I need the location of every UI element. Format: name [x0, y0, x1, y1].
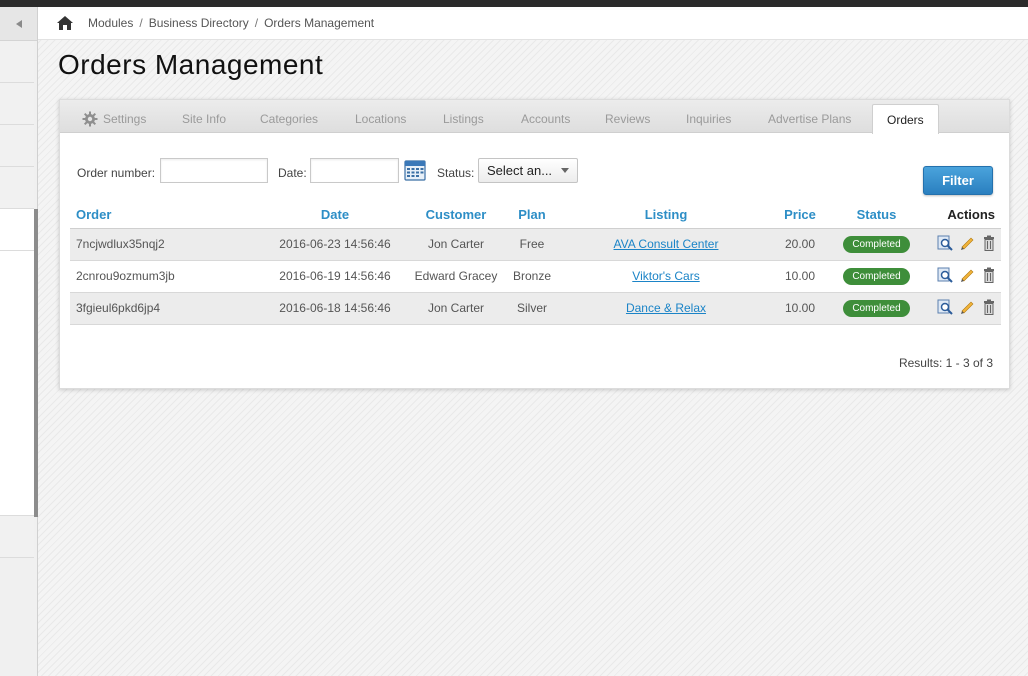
tab-settings[interactable]: Settings [82, 111, 147, 127]
tab-site-info[interactable]: Site Info [182, 112, 226, 126]
collapse-arrow-icon [15, 19, 22, 28]
calendar-icon[interactable] [404, 159, 426, 181]
status-cell: Completed [830, 292, 923, 325]
edit-icon[interactable] [959, 299, 975, 315]
sidebar-submenu [0, 251, 34, 516]
customer-cell: Jon Carter [410, 292, 502, 325]
tab-orders[interactable]: Orders [872, 104, 939, 134]
table-row: 3fgieul6pkd6jp4 2016-06-18 14:56:46 Jon … [70, 292, 1001, 325]
price-cell: 20.00 [770, 228, 830, 261]
status-cell: Completed [830, 260, 923, 293]
order-cell: 3fgieul6pkd6jp4 [70, 292, 260, 325]
view-icon[interactable] [937, 299, 953, 315]
column-header-listing[interactable]: Listing [562, 202, 770, 229]
edit-icon[interactable] [959, 267, 975, 283]
status-label: Status: [437, 166, 475, 180]
sidebar-item[interactable] [0, 83, 34, 125]
table-header-row: Order Date Customer Plan Listing Price S… [70, 202, 1001, 229]
page-title: Orders Management [58, 49, 324, 80]
sidebar-item[interactable] [0, 41, 34, 83]
customer-cell: Jon Carter [410, 228, 502, 261]
date-label: Date: [278, 166, 307, 180]
listing-cell: AVA Consult Center [562, 228, 770, 261]
tab-advertise-plans[interactable]: Advertise Plans [768, 112, 851, 126]
orders-table: Order Date Customer Plan Listing Price S… [70, 202, 1001, 325]
plan-cell: Free [502, 228, 562, 261]
column-header-date[interactable]: Date [260, 202, 410, 229]
delete-icon[interactable] [981, 267, 997, 283]
column-header-price[interactable]: Price [770, 202, 830, 229]
order-number-label: Order number: [77, 166, 156, 180]
sidebar-collapse-button[interactable] [0, 7, 37, 41]
listing-link[interactable]: Dance & Relax [626, 301, 706, 315]
tab-bar: Settings Site Info Categories Locations … [60, 100, 1009, 134]
delete-icon[interactable] [981, 299, 997, 315]
sidebar-item[interactable] [0, 516, 34, 558]
home-icon[interactable] [56, 15, 74, 31]
tab-accounts[interactable]: Accounts [521, 112, 570, 126]
listing-cell: Dance & Relax [562, 292, 770, 325]
breadcrumb: Modules / Business Directory / Orders Ma… [38, 7, 1028, 40]
column-header-customer[interactable]: Customer [410, 202, 502, 229]
column-header-actions: Actions [923, 202, 1001, 229]
sidebar-item-active[interactable] [0, 209, 34, 251]
breadcrumb-business-directory[interactable]: Business Directory [149, 16, 249, 30]
actions-cell [923, 260, 1001, 293]
results-count: Results: 1 - 3 of 3 [898, 356, 993, 370]
listing-link[interactable]: AVA Consult Center [614, 237, 719, 251]
date-cell: 2016-06-23 14:56:46 [260, 228, 410, 261]
delete-icon[interactable] [981, 235, 997, 251]
sidebar-item[interactable] [0, 167, 34, 209]
status-select-value: Select an... [487, 163, 553, 178]
date-cell: 2016-06-18 14:56:46 [260, 292, 410, 325]
breadcrumb-separator: / [254, 16, 259, 30]
main-content: Modules / Business Directory / Orders Ma… [38, 7, 1028, 676]
filter-button[interactable]: Filter [923, 166, 993, 195]
table-row: 2cnrou9ozmum3jb 2016-06-19 14:56:46 Edwa… [70, 260, 1001, 293]
tab-label: Settings [103, 112, 147, 126]
tab-reviews[interactable]: Reviews [605, 112, 650, 126]
edit-icon[interactable] [959, 235, 975, 251]
status-badge: Completed [843, 267, 910, 285]
plan-cell: Bronze [502, 260, 562, 293]
column-header-order[interactable]: Order [70, 202, 260, 229]
tab-listings[interactable]: Listings [443, 112, 484, 126]
date-cell: 2016-06-19 14:56:46 [260, 260, 410, 293]
view-icon[interactable] [937, 267, 953, 283]
status-badge: Completed [843, 299, 910, 317]
top-bar [0, 0, 1028, 7]
actions-cell [923, 292, 1001, 325]
breadcrumb-modules[interactable]: Modules [88, 16, 133, 30]
price-cell: 10.00 [770, 260, 830, 293]
listing-link[interactable]: Viktor's Cars [632, 269, 699, 283]
plan-cell: Silver [502, 292, 562, 325]
tab-categories[interactable]: Categories [260, 112, 318, 126]
filter-row: Order number: Date: Status: Select an... [60, 158, 1009, 188]
sidebar-item[interactable] [0, 125, 34, 167]
chevron-down-icon [561, 168, 569, 173]
actions-cell [923, 228, 1001, 261]
listing-cell: Viktor's Cars [562, 260, 770, 293]
price-cell: 10.00 [770, 292, 830, 325]
orders-panel: Settings Site Info Categories Locations … [59, 99, 1010, 389]
breadcrumb-separator: / [139, 16, 143, 30]
status-select[interactable]: Select an... [478, 158, 578, 183]
left-sidebar [0, 7, 38, 676]
tab-locations[interactable]: Locations [355, 112, 406, 126]
tab-inquiries[interactable]: Inquiries [686, 112, 731, 126]
breadcrumb-orders-management: Orders Management [264, 16, 375, 30]
customer-cell: Edward Gracey [410, 260, 502, 293]
column-header-plan[interactable]: Plan [502, 202, 562, 229]
view-icon[interactable] [937, 235, 953, 251]
table-row: 7ncjwdlux35nqj2 2016-06-23 14:56:46 Jon … [70, 228, 1001, 261]
order-cell: 2cnrou9ozmum3jb [70, 260, 260, 293]
column-header-status[interactable]: Status [830, 202, 923, 229]
order-cell: 7ncjwdlux35nqj2 [70, 228, 260, 261]
status-cell: Completed [830, 228, 923, 261]
date-input[interactable] [310, 158, 399, 183]
status-badge: Completed [843, 235, 910, 253]
order-number-input[interactable] [160, 158, 268, 183]
gear-icon [82, 111, 98, 127]
